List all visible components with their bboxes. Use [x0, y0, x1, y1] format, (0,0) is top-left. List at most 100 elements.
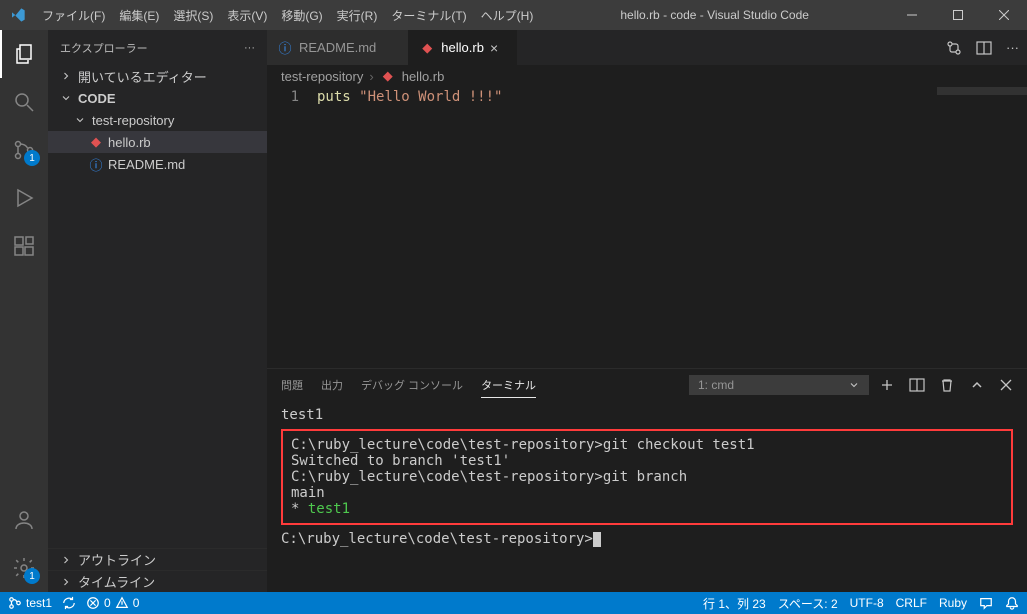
split-terminal-icon[interactable] — [909, 377, 925, 393]
tab-hello[interactable]: ◆ hello.rb × — [409, 30, 517, 65]
tab-readme[interactable]: ⓘ README.md × — [267, 30, 409, 65]
activity-accounts[interactable] — [0, 496, 48, 544]
terminal-selector-label: 1: cmd — [698, 378, 734, 392]
menu-help[interactable]: ヘルプ(H) — [474, 7, 541, 24]
chevron-down-icon — [74, 114, 88, 126]
status-problems[interactable]: 0 0 — [86, 596, 139, 610]
status-notifications-icon[interactable] — [1005, 596, 1019, 610]
status-spaces[interactable]: スペース: 2 — [778, 595, 838, 612]
chevron-down-icon — [848, 379, 860, 391]
menu-file[interactable]: ファイル(F) — [35, 7, 112, 24]
breadcrumb-file[interactable]: hello.rb — [402, 69, 445, 84]
activity-extensions[interactable] — [0, 222, 48, 270]
compare-changes-icon[interactable] — [946, 40, 962, 56]
chevron-down-icon — [60, 92, 74, 104]
outline-label: アウトライン — [78, 550, 156, 569]
outline-section[interactable]: アウトライン — [48, 548, 267, 570]
sidebar-title: エクスプローラー — [60, 40, 148, 56]
status-ln-col[interactable]: 行 1、列 23 — [703, 595, 766, 612]
status-bar: test1 0 0 行 1、列 23 スペース: 2 UTF-8 CRLF Ru… — [0, 592, 1027, 614]
chevron-right-icon — [60, 70, 74, 82]
activity-search[interactable] — [0, 78, 48, 126]
terminal-line: * test1 — [291, 501, 1003, 517]
status-sync[interactable] — [62, 596, 76, 610]
open-editors-label: 開いているエディター — [78, 67, 207, 86]
timeline-section[interactable]: タイムライン — [48, 570, 267, 592]
tab-label: README.md — [299, 40, 376, 55]
terminal-line: main — [291, 485, 1003, 501]
code-token: puts — [317, 89, 351, 105]
terminal-highlight-box: C:\ruby_lecture\code\test-repository>git… — [281, 429, 1013, 525]
sidebar-explorer: エクスプローラー ··· 開いているエディター CODE test-reposi… — [48, 30, 267, 592]
window-maximize-button[interactable] — [935, 0, 981, 30]
timeline-label: タイムライン — [78, 572, 155, 591]
titlebar: ファイル(F) 編集(E) 選択(S) 表示(V) 移動(G) 実行(R) ター… — [0, 0, 1027, 30]
kill-terminal-icon[interactable] — [939, 377, 955, 393]
status-errors-count: 0 — [104, 596, 111, 610]
terminal-body[interactable]: test1 C:\ruby_lecture\code\test-reposito… — [267, 401, 1027, 592]
vscode-logo-icon — [0, 7, 35, 23]
maximize-panel-icon[interactable] — [969, 377, 985, 393]
window-close-button[interactable] — [981, 0, 1027, 30]
folder-test-repository[interactable]: test-repository — [48, 109, 267, 131]
editor-tabs: ⓘ README.md × ◆ hello.rb × — [267, 30, 938, 65]
status-branch[interactable]: test1 — [8, 596, 52, 610]
sidebar-more-icon[interactable]: ··· — [244, 42, 255, 54]
menu-run[interactable]: 実行(R) — [330, 7, 385, 24]
info-file-icon: ⓘ — [88, 155, 104, 174]
menu-terminal[interactable]: ターミナル(T) — [384, 7, 473, 24]
status-encoding[interactable]: UTF-8 — [850, 596, 884, 610]
status-feedback-icon[interactable] — [979, 596, 993, 610]
more-actions-icon[interactable]: ··· — [1006, 40, 1019, 55]
scm-badge: 1 — [24, 150, 40, 166]
breadcrumbs[interactable]: test-repository › ◆ hello.rb — [267, 65, 1027, 87]
open-editors-section[interactable]: 開いているエディター — [48, 65, 267, 87]
editor-body[interactable]: 1 puts "Hello World !!!" — [267, 87, 1027, 368]
activity-source-control[interactable]: 1 — [0, 126, 48, 174]
file-hello-rb[interactable]: ◆ hello.rb — [48, 131, 267, 153]
breadcrumb-folder[interactable]: test-repository — [281, 69, 363, 84]
minimap-slider[interactable] — [937, 87, 1027, 95]
status-branch-label: test1 — [26, 596, 52, 610]
tab-close-icon[interactable]: × — [490, 40, 506, 56]
panel-tab-debug[interactable]: デバッグ コンソール — [361, 373, 463, 397]
terminal-line: C:\ruby_lecture\code\test-repository>git… — [291, 437, 1003, 453]
chevron-right-icon — [60, 576, 74, 588]
status-language[interactable]: Ruby — [939, 596, 967, 610]
folder-label: test-repository — [92, 113, 174, 128]
ruby-file-icon: ◆ — [88, 134, 104, 150]
menu-bar: ファイル(F) 編集(E) 選択(S) 表示(V) 移動(G) 実行(R) ター… — [35, 7, 540, 24]
new-terminal-icon[interactable] — [879, 377, 895, 393]
minimap[interactable] — [937, 87, 1027, 368]
status-eol[interactable]: CRLF — [896, 596, 927, 610]
activity-explorer[interactable] — [0, 30, 48, 78]
file-readme-md[interactable]: ⓘ README.md — [48, 153, 267, 175]
menu-selection[interactable]: 選択(S) — [166, 7, 220, 24]
terminal-selector[interactable]: 1: cmd — [689, 375, 869, 395]
code-content[interactable]: puts "Hello World !!!" — [317, 87, 937, 368]
workspace-root-label: CODE — [78, 91, 116, 106]
panel: 問題 出力 デバッグ コンソール ターミナル 1: cmd — [267, 368, 1027, 592]
activity-bar: 1 1 — [0, 30, 48, 592]
workspace-root[interactable]: CODE — [48, 87, 267, 109]
activity-settings[interactable]: 1 — [0, 544, 48, 592]
activity-run-debug[interactable] — [0, 174, 48, 222]
breadcrumb-separator: › — [369, 69, 373, 84]
menu-go[interactable]: 移動(G) — [274, 7, 329, 24]
panel-tab-terminal[interactable]: ターミナル — [481, 373, 536, 398]
panel-tab-problems[interactable]: 問題 — [281, 373, 303, 397]
split-editor-icon[interactable] — [976, 40, 992, 56]
status-warnings-count: 0 — [133, 596, 140, 610]
terminal-prompt-line: C:\ruby_lecture\code\test-repository> — [281, 531, 1013, 547]
window-title: hello.rb - code - Visual Studio Code — [540, 8, 889, 22]
line-gutter: 1 — [267, 87, 317, 368]
close-panel-icon[interactable] — [999, 378, 1013, 392]
terminal-current-branch: test1 — [308, 501, 350, 517]
info-file-icon: ⓘ — [277, 38, 293, 57]
window-minimize-button[interactable] — [889, 0, 935, 30]
menu-view[interactable]: 表示(V) — [220, 7, 274, 24]
menu-edit[interactable]: 編集(E) — [112, 7, 166, 24]
panel-tab-output[interactable]: 出力 — [321, 373, 343, 397]
code-token: "Hello World !!!" — [359, 89, 502, 105]
line-number: 1 — [267, 89, 299, 105]
